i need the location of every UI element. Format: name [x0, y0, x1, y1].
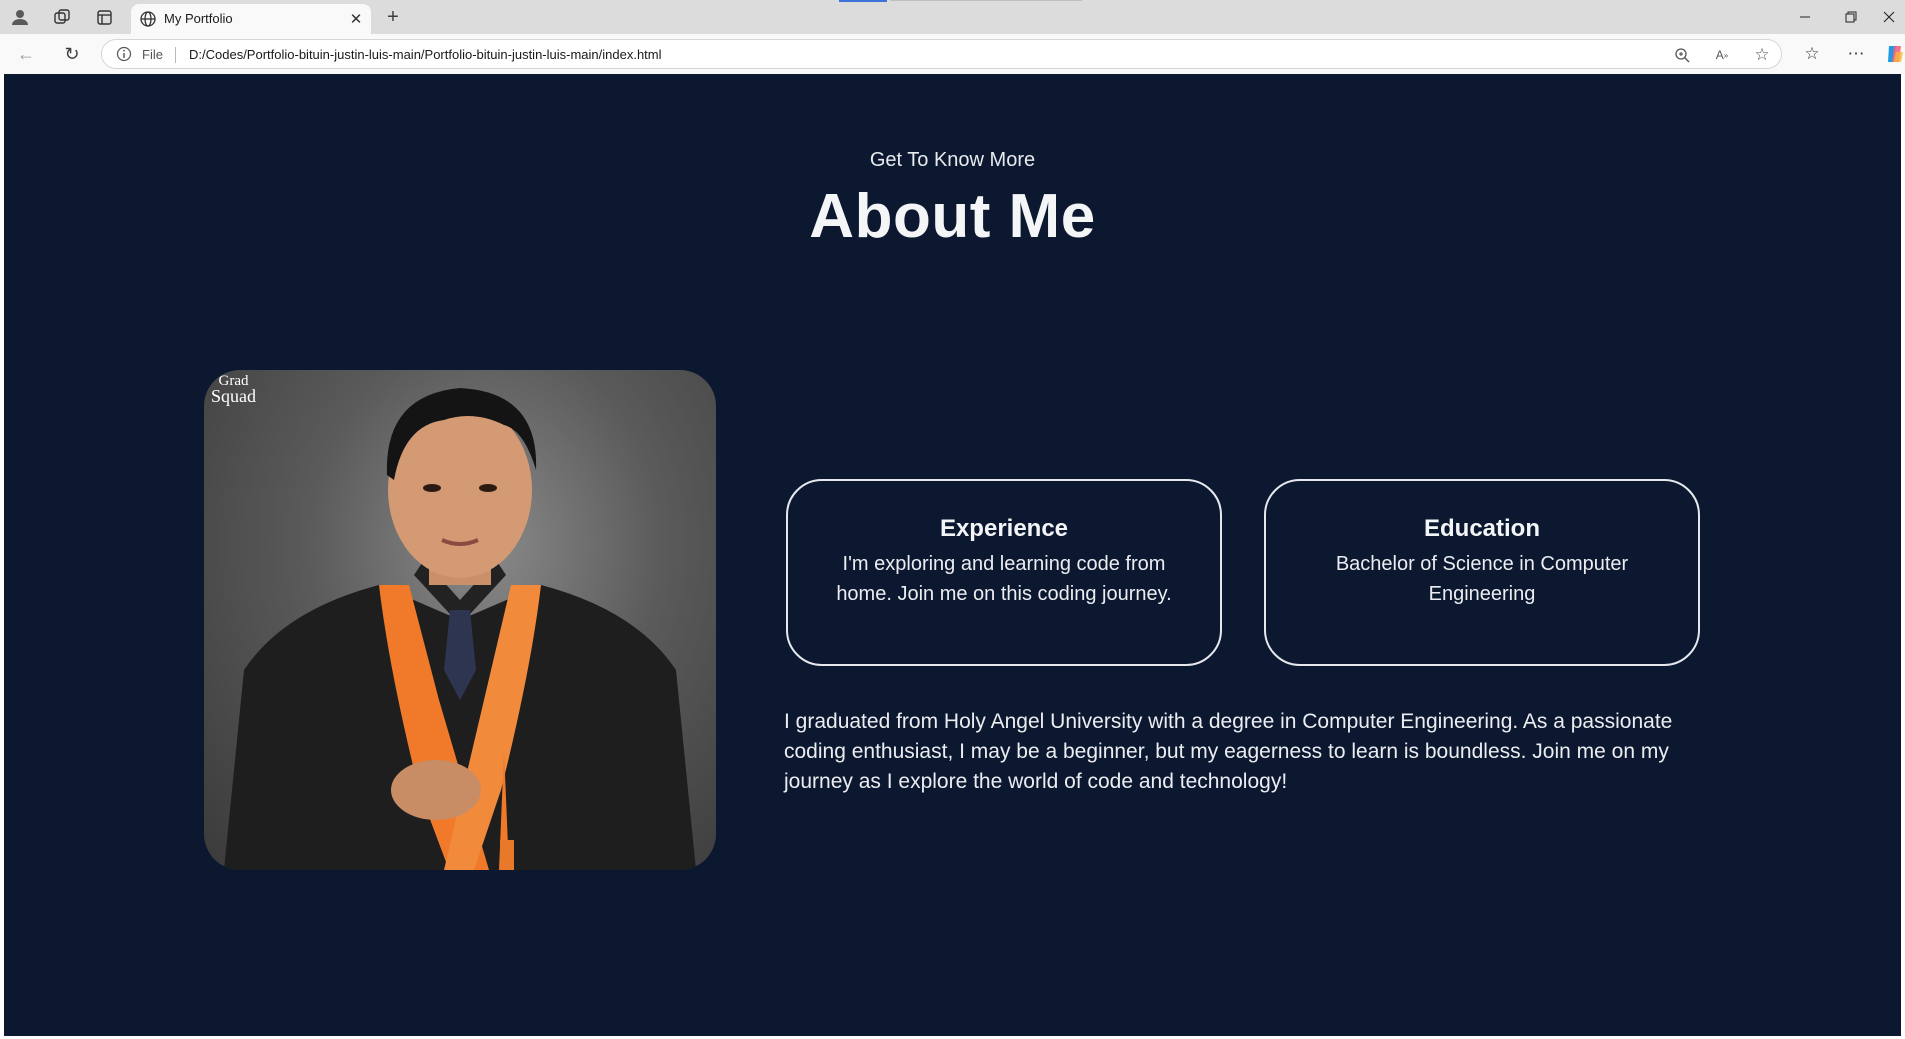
about-section: Get To Know More About Me Grad Squad Exp…: [4, 74, 1901, 1036]
profile-photo: Grad Squad: [204, 370, 716, 870]
zoom-icon[interactable]: [1672, 45, 1692, 65]
about-bio-text: I graduated from Holy Angel University w…: [784, 710, 1673, 793]
tab-strip-accent-secondary: [890, 0, 1082, 1]
minimize-icon[interactable]: [1782, 0, 1828, 34]
back-icon[interactable]: ←: [14, 43, 38, 65]
tab-strip: My Portfolio ✕ +: [0, 0, 1905, 34]
experience-card-title: Experience: [939, 515, 1069, 542]
tab-strip-accent: [839, 0, 887, 2]
tab-my-portfolio[interactable]: My Portfolio ✕: [131, 4, 371, 34]
experience-card: Experience I'm exploring and learning co…: [786, 479, 1222, 666]
tab-title: My Portfolio: [164, 11, 233, 26]
browser-toolbar: ← ↻ File D:/Codes/Portfolio-bituin-justi…: [0, 34, 1905, 74]
section-title: About Me: [809, 182, 1096, 251]
copilot-icon[interactable]: [1884, 43, 1905, 65]
grad-squad-watermark: Grad Squad: [211, 373, 256, 406]
globe-icon: [139, 10, 157, 28]
education-card-title: Education: [1423, 515, 1540, 542]
favorite-star-icon[interactable]: ☆: [1752, 45, 1772, 65]
address-divider: [175, 47, 176, 63]
tab-actions-icon[interactable]: [92, 6, 116, 28]
education-card: Education Bachelor of Science in Compute…: [1264, 479, 1700, 666]
address-scheme-label: File: [142, 47, 163, 62]
education-card-text: Bachelor of Science in Computer Engineer…: [1335, 553, 1629, 605]
section-subtitle: Get To Know More: [869, 149, 1036, 171]
reload-icon[interactable]: ↻: [60, 43, 84, 65]
profile-icon[interactable]: [8, 6, 32, 28]
address-bar[interactable]: File D:/Codes/Portfolio-bituin-justin-lu…: [101, 39, 1782, 69]
workspaces-icon[interactable]: [50, 6, 74, 28]
url-text[interactable]: D:/Codes/Portfolio-bituin-justin-luis-ma…: [189, 47, 662, 62]
new-tab-icon[interactable]: +: [381, 6, 405, 28]
window-close-icon[interactable]: [1866, 0, 1905, 34]
close-icon[interactable]: ✕: [345, 8, 367, 30]
graduate-portrait-illustration: [224, 388, 696, 870]
favorites-icon[interactable]: ☆: [1800, 43, 1824, 65]
more-icon[interactable]: ⋯: [1844, 43, 1868, 65]
read-aloud-icon[interactable]: A»: [1712, 45, 1732, 65]
experience-card-text: I'm exploring and learning code from hom…: [836, 553, 1172, 605]
info-icon[interactable]: [116, 46, 132, 62]
